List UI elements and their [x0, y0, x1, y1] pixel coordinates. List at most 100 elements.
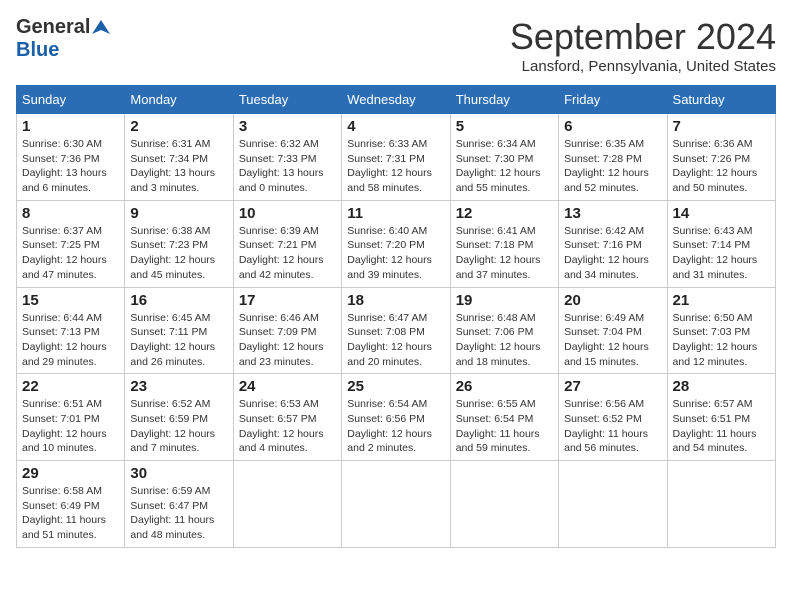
day-number: 11 [347, 205, 444, 222]
day-info: Sunrise: 6:35 AMSunset: 7:28 PMDaylight:… [564, 137, 661, 196]
day-number: 22 [22, 378, 119, 395]
day-info: Sunrise: 6:54 AMSunset: 6:56 PMDaylight:… [347, 397, 444, 456]
col-friday: Friday [559, 86, 667, 114]
day-info: Sunrise: 6:58 AMSunset: 6:49 PMDaylight:… [22, 484, 119, 543]
day-cell: 20 Sunrise: 6:49 AMSunset: 7:04 PMDaylig… [559, 287, 667, 374]
day-number: 14 [673, 205, 770, 222]
day-info: Sunrise: 6:30 AMSunset: 7:36 PMDaylight:… [22, 137, 119, 196]
day-number: 10 [239, 205, 336, 222]
week-row-2: 8 Sunrise: 6:37 AMSunset: 7:25 PMDayligh… [17, 200, 776, 287]
day-number: 17 [239, 292, 336, 309]
day-cell: 14 Sunrise: 6:43 AMSunset: 7:14 PMDaylig… [667, 200, 775, 287]
day-cell: 1 Sunrise: 6:30 AMSunset: 7:36 PMDayligh… [17, 114, 125, 201]
day-number: 12 [456, 205, 553, 222]
week-row-4: 22 Sunrise: 6:51 AMSunset: 7:01 PMDaylig… [17, 374, 776, 461]
day-number: 20 [564, 292, 661, 309]
day-info: Sunrise: 6:53 AMSunset: 6:57 PMDaylight:… [239, 397, 336, 456]
day-cell: 22 Sunrise: 6:51 AMSunset: 7:01 PMDaylig… [17, 374, 125, 461]
day-cell: 24 Sunrise: 6:53 AMSunset: 6:57 PMDaylig… [233, 374, 341, 461]
day-number: 19 [456, 292, 553, 309]
day-number: 4 [347, 118, 444, 135]
title-area: September 2024 Lansford, Pennsylvania, U… [510, 16, 776, 75]
day-cell: 23 Sunrise: 6:52 AMSunset: 6:59 PMDaylig… [125, 374, 233, 461]
day-cell: 13 Sunrise: 6:42 AMSunset: 7:16 PMDaylig… [559, 200, 667, 287]
logo-general: General [16, 16, 90, 39]
day-info: Sunrise: 6:44 AMSunset: 7:13 PMDaylight:… [22, 311, 119, 370]
day-number: 23 [130, 378, 227, 395]
month-title: September 2024 [510, 16, 776, 58]
week-row-3: 15 Sunrise: 6:44 AMSunset: 7:13 PMDaylig… [17, 287, 776, 374]
day-number: 7 [673, 118, 770, 135]
day-cell [450, 461, 558, 548]
day-cell: 11 Sunrise: 6:40 AMSunset: 7:20 PMDaylig… [342, 200, 450, 287]
day-info: Sunrise: 6:39 AMSunset: 7:21 PMDaylight:… [239, 224, 336, 283]
day-number: 3 [239, 118, 336, 135]
day-info: Sunrise: 6:55 AMSunset: 6:54 PMDaylight:… [456, 397, 553, 456]
day-number: 1 [22, 118, 119, 135]
logo-blue: Blue [16, 39, 59, 61]
day-cell: 28 Sunrise: 6:57 AMSunset: 6:51 PMDaylig… [667, 374, 775, 461]
day-number: 21 [673, 292, 770, 309]
day-cell: 6 Sunrise: 6:35 AMSunset: 7:28 PMDayligh… [559, 114, 667, 201]
day-info: Sunrise: 6:31 AMSunset: 7:34 PMDaylight:… [130, 137, 227, 196]
day-cell [233, 461, 341, 548]
col-wednesday: Wednesday [342, 86, 450, 114]
day-number: 27 [564, 378, 661, 395]
day-cell: 19 Sunrise: 6:48 AMSunset: 7:06 PMDaylig… [450, 287, 558, 374]
day-number: 13 [564, 205, 661, 222]
location-title: Lansford, Pennsylvania, United States [510, 58, 776, 75]
day-info: Sunrise: 6:38 AMSunset: 7:23 PMDaylight:… [130, 224, 227, 283]
day-cell: 5 Sunrise: 6:34 AMSunset: 7:30 PMDayligh… [450, 114, 558, 201]
day-cell: 30 Sunrise: 6:59 AMSunset: 6:47 PMDaylig… [125, 461, 233, 548]
day-info: Sunrise: 6:41 AMSunset: 7:18 PMDaylight:… [456, 224, 553, 283]
day-info: Sunrise: 6:33 AMSunset: 7:31 PMDaylight:… [347, 137, 444, 196]
day-cell: 16 Sunrise: 6:45 AMSunset: 7:11 PMDaylig… [125, 287, 233, 374]
day-info: Sunrise: 6:49 AMSunset: 7:04 PMDaylight:… [564, 311, 661, 370]
day-cell: 9 Sunrise: 6:38 AMSunset: 7:23 PMDayligh… [125, 200, 233, 287]
day-number: 26 [456, 378, 553, 395]
week-row-5: 29 Sunrise: 6:58 AMSunset: 6:49 PMDaylig… [17, 461, 776, 548]
day-cell: 17 Sunrise: 6:46 AMSunset: 7:09 PMDaylig… [233, 287, 341, 374]
day-info: Sunrise: 6:43 AMSunset: 7:14 PMDaylight:… [673, 224, 770, 283]
day-number: 24 [239, 378, 336, 395]
day-cell [559, 461, 667, 548]
logo-bird-icon [92, 18, 110, 36]
day-number: 30 [130, 465, 227, 482]
day-cell: 29 Sunrise: 6:58 AMSunset: 6:49 PMDaylig… [17, 461, 125, 548]
day-cell: 18 Sunrise: 6:47 AMSunset: 7:08 PMDaylig… [342, 287, 450, 374]
day-cell: 15 Sunrise: 6:44 AMSunset: 7:13 PMDaylig… [17, 287, 125, 374]
day-info: Sunrise: 6:48 AMSunset: 7:06 PMDaylight:… [456, 311, 553, 370]
day-cell [667, 461, 775, 548]
col-tuesday: Tuesday [233, 86, 341, 114]
calendar-table: Sunday Monday Tuesday Wednesday Thursday… [16, 85, 776, 548]
day-cell: 10 Sunrise: 6:39 AMSunset: 7:21 PMDaylig… [233, 200, 341, 287]
col-saturday: Saturday [667, 86, 775, 114]
day-number: 9 [130, 205, 227, 222]
day-cell: 4 Sunrise: 6:33 AMSunset: 7:31 PMDayligh… [342, 114, 450, 201]
day-info: Sunrise: 6:40 AMSunset: 7:20 PMDaylight:… [347, 224, 444, 283]
day-info: Sunrise: 6:47 AMSunset: 7:08 PMDaylight:… [347, 311, 444, 370]
day-number: 5 [456, 118, 553, 135]
day-number: 15 [22, 292, 119, 309]
day-number: 25 [347, 378, 444, 395]
col-thursday: Thursday [450, 86, 558, 114]
day-cell: 27 Sunrise: 6:56 AMSunset: 6:52 PMDaylig… [559, 374, 667, 461]
day-info: Sunrise: 6:59 AMSunset: 6:47 PMDaylight:… [130, 484, 227, 543]
day-cell: 25 Sunrise: 6:54 AMSunset: 6:56 PMDaylig… [342, 374, 450, 461]
day-cell: 7 Sunrise: 6:36 AMSunset: 7:26 PMDayligh… [667, 114, 775, 201]
day-number: 29 [22, 465, 119, 482]
day-cell: 3 Sunrise: 6:32 AMSunset: 7:33 PMDayligh… [233, 114, 341, 201]
day-info: Sunrise: 6:51 AMSunset: 7:01 PMDaylight:… [22, 397, 119, 456]
day-cell: 12 Sunrise: 6:41 AMSunset: 7:18 PMDaylig… [450, 200, 558, 287]
day-cell: 21 Sunrise: 6:50 AMSunset: 7:03 PMDaylig… [667, 287, 775, 374]
logo: General Blue [16, 16, 110, 62]
day-info: Sunrise: 6:50 AMSunset: 7:03 PMDaylight:… [673, 311, 770, 370]
col-monday: Monday [125, 86, 233, 114]
day-number: 8 [22, 205, 119, 222]
day-info: Sunrise: 6:56 AMSunset: 6:52 PMDaylight:… [564, 397, 661, 456]
day-info: Sunrise: 6:46 AMSunset: 7:09 PMDaylight:… [239, 311, 336, 370]
day-info: Sunrise: 6:36 AMSunset: 7:26 PMDaylight:… [673, 137, 770, 196]
day-info: Sunrise: 6:37 AMSunset: 7:25 PMDaylight:… [22, 224, 119, 283]
day-number: 16 [130, 292, 227, 309]
day-info: Sunrise: 6:42 AMSunset: 7:16 PMDaylight:… [564, 224, 661, 283]
